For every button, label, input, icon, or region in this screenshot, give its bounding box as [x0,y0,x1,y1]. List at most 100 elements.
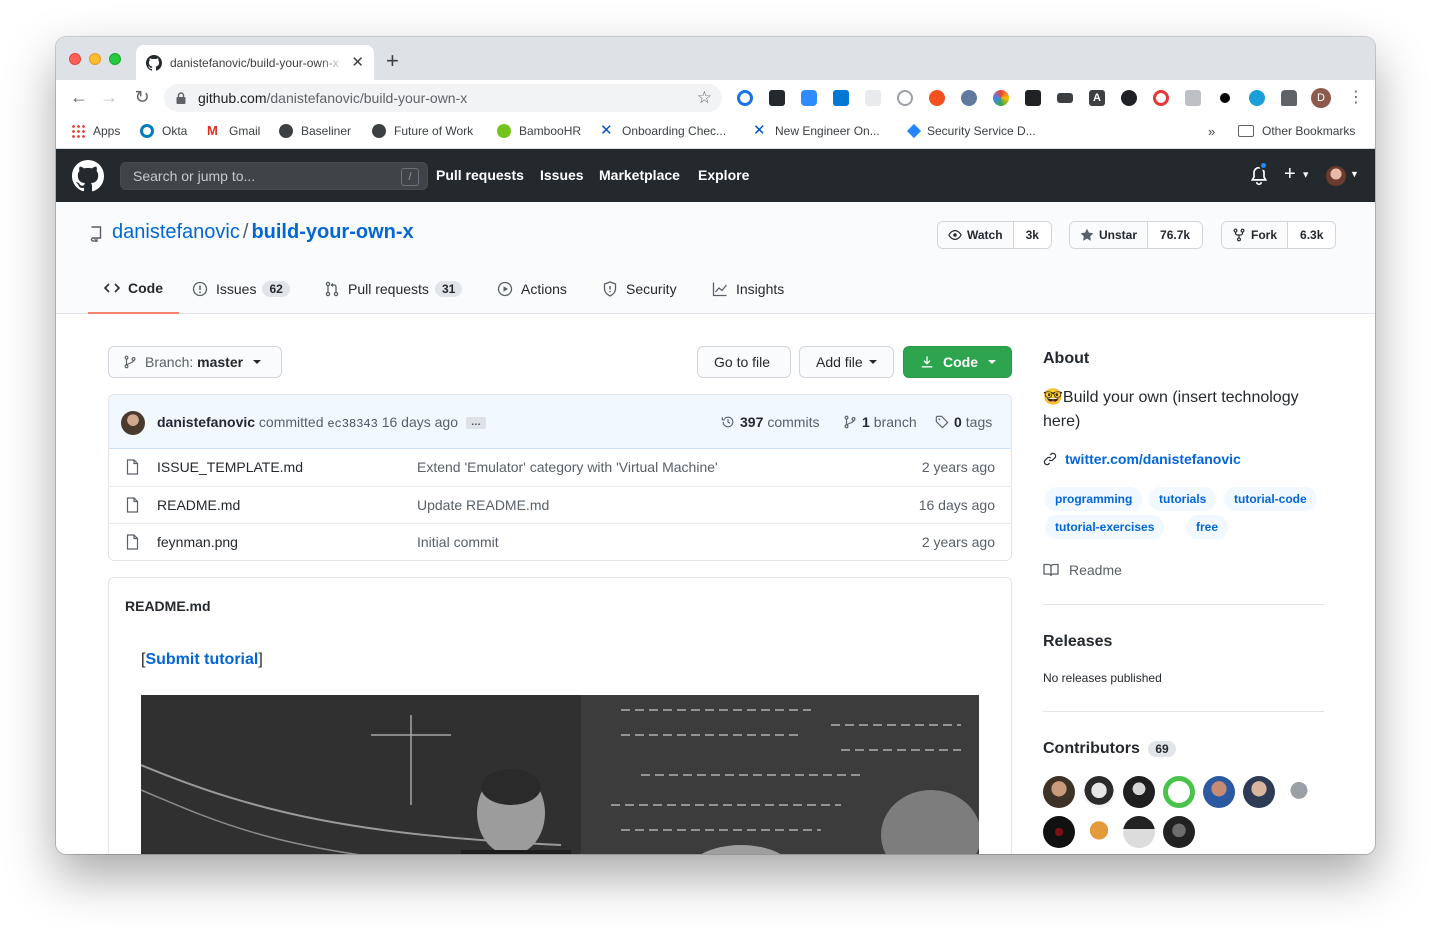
bookmark-bamboohr[interactable]: BambooHR [497,124,581,138]
caret-down-icon[interactable]: ▼ [1350,169,1359,179]
contributor-avatar[interactable] [1123,776,1155,808]
extension-icon[interactable] [737,90,753,106]
code-download-button[interactable]: Code [903,346,1012,378]
extension-icon[interactable]: A [1089,90,1105,106]
go-to-file-button[interactable]: Go to file [697,346,791,378]
bookmark-star-icon[interactable]: ☆ [697,89,712,107]
extension-icon[interactable] [1185,90,1201,106]
bookmark-okta[interactable]: Okta [140,124,187,138]
file-commit-message[interactable]: Update README.md [417,497,549,513]
back-arrow-icon[interactable]: ← [68,86,90,108]
star-count[interactable]: 76.7k [1148,222,1203,248]
github-logo-icon[interactable] [72,160,104,192]
contributor-avatar[interactable] [1083,776,1115,808]
fork-count[interactable]: 6.3k [1288,222,1336,248]
repo-name-link[interactable]: build-your-own-x [251,221,413,243]
extension-icon[interactable] [929,90,945,106]
topic-tag[interactable]: tutorials [1149,487,1217,511]
address-bar[interactable]: github.com/danistefanovic/build-your-own… [164,84,722,112]
file-row[interactable]: ISSUE_TEMPLATE.md Extend 'Emulator' cate… [109,449,1011,486]
watch-count[interactable]: 3k [1013,222,1051,248]
nav-marketplace[interactable]: Marketplace [599,167,680,183]
repo-owner-link[interactable]: danistefanovic [112,221,240,243]
bookmark-future-of-work[interactable]: Future of Work [372,124,473,138]
watch-button[interactable]: Watch [938,222,1014,248]
tab-pull-requests[interactable]: Pull requests 31 [324,264,463,314]
topic-tag[interactable]: tutorial-exercises [1045,515,1165,539]
browser-tab-active[interactable]: danistefanovic/build-your-own-x ✕ [136,45,374,80]
readme-link[interactable]: Readme [1043,562,1122,578]
github-search-input[interactable]: Search or jump to... / [120,162,428,190]
contributor-avatar[interactable] [1163,776,1195,808]
zoom-window-button[interactable] [109,53,121,65]
extension-icon[interactable] [961,90,977,106]
topic-tag[interactable]: tutorial-code [1224,487,1317,511]
tags-link[interactable]: 0 tags [935,414,992,430]
file-name-link[interactable]: README.md [157,497,240,513]
submit-tutorial-link[interactable]: Submit tutorial [145,651,258,668]
file-commit-message[interactable]: Initial commit [417,534,499,550]
topic-tag[interactable]: free [1186,515,1229,539]
file-row[interactable]: README.md Update README.md 16 days ago [109,486,1011,523]
bookmark-baseliner[interactable]: Baseliner [279,124,351,138]
tab-actions[interactable]: Actions [497,264,567,314]
tab-security[interactable]: Security [602,264,677,314]
commit-author[interactable]: danistefanovic [157,414,255,430]
contributor-avatar[interactable] [1283,776,1315,808]
extension-icon[interactable] [1121,90,1137,106]
unstar-button[interactable]: Unstar [1070,222,1149,248]
commit-author-avatar[interactable] [121,411,145,435]
bookmark-security-service[interactable]: Security Service D... [906,123,1036,139]
user-avatar[interactable] [1326,166,1346,186]
contributor-avatar[interactable] [1243,776,1275,808]
bookmark-onboarding[interactable]: ✕ Onboarding Chec... [600,123,726,138]
extension-icon[interactable] [1025,90,1041,106]
other-bookmarks[interactable]: Other Bookmarks [1238,124,1355,138]
file-commit-message[interactable]: Extend 'Emulator' category with 'Virtual… [417,459,718,475]
website-link[interactable]: twitter.com/danistefanovic [1043,451,1241,467]
browser-menu-icon[interactable]: ⋮ [1348,88,1364,108]
tab-code[interactable]: Code [88,264,179,314]
file-name-link[interactable]: ISSUE_TEMPLATE.md [157,459,303,475]
extension-icon[interactable] [865,90,881,106]
close-window-button[interactable] [69,53,81,65]
extension-icon[interactable] [769,90,785,106]
commit-sha[interactable]: ec38343 [327,417,377,431]
contributor-avatar[interactable] [1163,816,1195,848]
create-new-menu[interactable]: + ▼ [1284,163,1310,186]
branch-select[interactable]: Branch: master [108,346,282,378]
nav-pull-requests[interactable]: Pull requests [436,167,524,183]
tab-close-icon[interactable]: ✕ [351,55,364,70]
contributor-avatar[interactable] [1123,816,1155,848]
extension-icon[interactable] [833,90,849,106]
tab-issues[interactable]: Issues 62 [192,264,290,314]
commits-link[interactable]: 397 commits [721,414,819,430]
browser-profile-avatar[interactable]: D [1311,88,1331,108]
new-tab-button[interactable]: + [386,50,399,72]
puzzle-icon[interactable] [1281,90,1297,106]
minimize-window-button[interactable] [89,53,101,65]
topic-tag[interactable]: programming [1045,487,1143,511]
contributors-heading[interactable]: Contributors 69 [1043,740,1176,758]
camera-extension-icon[interactable] [1057,93,1073,103]
contributor-avatar[interactable] [1203,776,1235,808]
contributor-avatar[interactable] [1043,816,1075,848]
branches-link[interactable]: 1 branch [843,414,917,430]
forward-arrow-icon[interactable]: → [98,86,120,108]
nav-explore[interactable]: Explore [698,167,749,183]
fork-button[interactable]: Fork [1222,222,1289,248]
bookmarks-overflow-button[interactable]: » [1208,124,1215,139]
extension-icon[interactable] [1153,90,1169,106]
contributor-avatar[interactable] [1083,816,1115,848]
extension-icon[interactable] [1220,93,1230,103]
file-row[interactable]: feynman.png Initial commit 2 years ago [109,523,1011,560]
extension-icon[interactable] [1249,90,1265,106]
releases-heading[interactable]: Releases [1043,633,1112,651]
add-file-button[interactable]: Add file [799,346,894,378]
tab-insights[interactable]: Insights [712,264,784,314]
bookmark-apps[interactable]: Apps [71,124,120,138]
extension-icon[interactable] [993,90,1009,106]
commit-expand-button[interactable]: … [465,417,486,430]
reload-icon[interactable]: ↻ [131,86,153,108]
bookmark-new-engineer[interactable]: ✕ New Engineer On... [753,123,880,138]
